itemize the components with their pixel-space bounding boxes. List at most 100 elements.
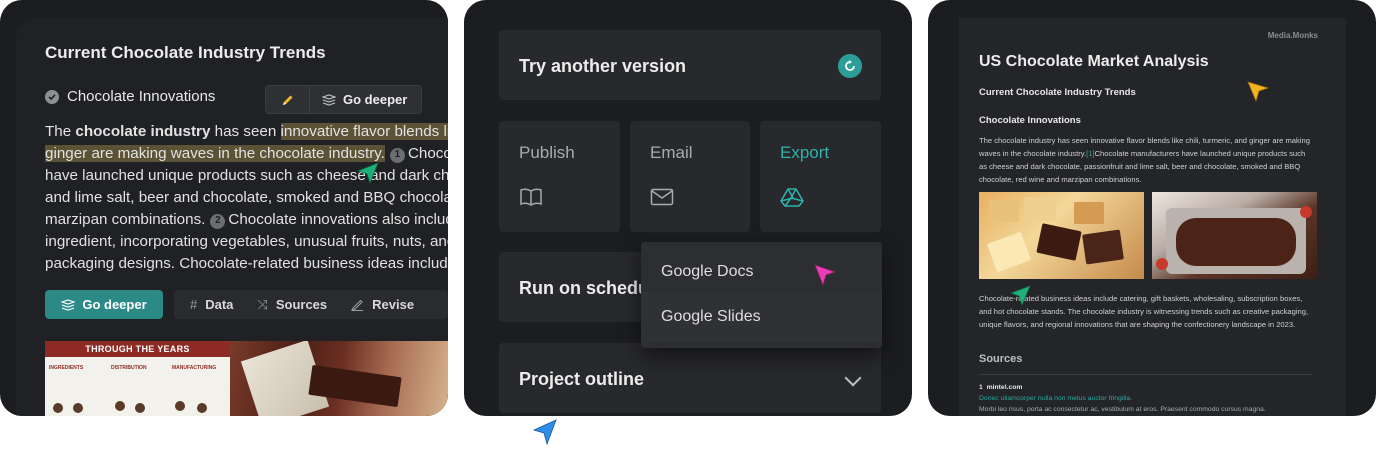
infographic-label: DISTRIBUTION	[111, 365, 147, 371]
run-on-schedule-label: Run on schedu	[519, 278, 649, 298]
document-title: US Chocolate Market Analysis	[979, 53, 1209, 70]
infographic-dot	[197, 403, 207, 413]
document-heading: Current Chocolate Industry Trends	[979, 87, 1136, 98]
document-paragraph: The chocolate industry has seen innovati…	[979, 134, 1329, 186]
document-page: Media.Monks US Chocolate Market Analysis…	[959, 18, 1346, 416]
infographic-dot	[115, 401, 125, 411]
infographic-title: THROUGH THE YEARS	[45, 341, 230, 357]
publish-panel: Try another version Publish Email Export…	[464, 0, 912, 416]
chocolate-fondue-photo	[1152, 192, 1317, 279]
email-label: Email	[650, 143, 693, 162]
section-actions: Go deeper # Data ⤨ Sources Revise	[45, 290, 448, 319]
book-icon	[520, 188, 542, 206]
publish-label: Publish	[519, 143, 575, 162]
paragraph-text: waves in the chocolate industry.	[979, 149, 1087, 158]
layers-icon	[61, 298, 76, 311]
revise-button[interactable]: Revise	[351, 297, 414, 312]
text-line: packaging designs. Chocolate-related bus…	[45, 255, 448, 272]
export-label: Export	[780, 143, 830, 162]
melted-chocolate-shape	[1176, 218, 1296, 266]
text-run: Choco	[407, 145, 448, 162]
text-run: Chocolate innovations also includ	[228, 211, 448, 228]
highlighted-text: ginger are making waves in the chocolate…	[45, 145, 385, 162]
sources-button[interactable]: ⤨ Sources	[257, 297, 327, 313]
source-number: 1	[979, 384, 983, 391]
green-cursor-icon	[1009, 285, 1031, 307]
check-circle-icon	[45, 89, 59, 104]
subsection-title: Chocolate Innovations	[67, 88, 216, 105]
publish-tile[interactable]: Publish	[499, 121, 620, 232]
document-preview-panel: Media.Monks US Chocolate Market Analysis…	[928, 0, 1376, 416]
paragraph-line: unique flavors, and regional innovations…	[979, 320, 1296, 329]
go-deeper-toolbar-label: Go deeper	[343, 92, 408, 107]
export-dropdown-menu: Google Docs Google Slides	[641, 242, 882, 348]
highlighted-text: innovative flavor blends lik	[280, 123, 448, 140]
source-link[interactable]: Donec ullamcorper nulla non metus auctor…	[979, 395, 1132, 402]
mail-icon	[650, 188, 674, 206]
infographic-label: INGREDIENTS	[49, 365, 84, 371]
source-domain: mintel.com	[986, 384, 1023, 391]
cheese-shape	[986, 231, 1032, 273]
email-tile[interactable]: Email	[630, 121, 750, 232]
cube-shape	[989, 200, 1019, 222]
chocolate-bar-photo	[230, 341, 448, 416]
text-line: ingredient, incorporating vegetables, un…	[45, 233, 448, 250]
dark-chocolate-shape	[1082, 229, 1124, 265]
source-item[interactable]: 1 mintel.com	[979, 384, 1022, 391]
highlight-button[interactable]	[266, 86, 310, 113]
sources-label: Sources	[275, 297, 328, 312]
shuffle-icon: ⤨	[257, 296, 268, 312]
export-tile[interactable]: Export	[760, 121, 881, 232]
green-cursor-icon	[356, 162, 379, 185]
drive-icon	[780, 188, 804, 207]
refresh-icon	[838, 54, 862, 78]
go-deeper-button[interactable]: Go deeper	[45, 290, 163, 319]
section-toolbar: # Data ⤨ Sources Revise	[174, 290, 448, 319]
project-outline-label: Project outline	[519, 369, 645, 389]
paragraph-text: Chocolate manufacturers have launched un…	[1094, 149, 1306, 158]
revise-label: Revise	[372, 297, 415, 312]
go-deeper-toolbar-button[interactable]: Go deeper	[310, 86, 421, 113]
paragraph-line: chocolate, red wine and marzipan combina…	[979, 175, 1142, 184]
bold-term: chocolate industry	[75, 123, 211, 140]
selection-toolbar: Go deeper	[265, 85, 423, 114]
report-paragraph[interactable]: The chocolate industry has seen innovati…	[45, 121, 448, 275]
infographic-dot	[175, 401, 185, 411]
citation-badge[interactable]: 1	[389, 147, 405, 163]
chevron-down-icon	[844, 369, 862, 387]
strawberry-shape	[1300, 206, 1312, 218]
cube-shape	[1024, 197, 1056, 221]
try-another-version-button[interactable]: Try another version	[499, 30, 881, 100]
project-outline-row[interactable]: Project outline	[499, 343, 881, 413]
strawberry-shape	[1156, 258, 1168, 270]
go-deeper-label: Go deeper	[82, 297, 147, 312]
pencil-icon	[282, 95, 292, 105]
text-run: The	[45, 123, 76, 140]
citation-link[interactable]: [1]	[1086, 149, 1094, 158]
menu-item-google-docs[interactable]: Google Docs	[641, 247, 882, 297]
menu-item-google-slides[interactable]: Google Slides	[641, 292, 882, 342]
infographic-dot	[73, 403, 83, 413]
infographic-image: THROUGH THE YEARS INGREDIENTS DISTRIBUTI…	[45, 341, 230, 416]
subsection-heading: Chocolate Innovations	[45, 88, 215, 105]
edit-icon	[351, 299, 364, 311]
section-images: THROUGH THE YEARS INGREDIENTS DISTRIBUTI…	[45, 341, 448, 416]
blue-cursor-icon	[532, 419, 557, 446]
infographic-dot	[135, 403, 145, 413]
text-line: and lime salt, beer and chocolate, smoke…	[45, 189, 448, 206]
data-button[interactable]: # Data	[190, 297, 233, 312]
divider	[979, 374, 1312, 375]
try-another-label: Try another version	[519, 56, 687, 76]
text-run: marzipan combinations.	[45, 211, 206, 228]
hash-icon: #	[190, 297, 198, 312]
source-description: Morbi leo risus, porta ac consectetur ac…	[979, 406, 1266, 413]
document-subheading: Chocolate Innovations	[979, 115, 1081, 126]
citation-badge[interactable]: 2	[210, 213, 226, 229]
data-label: Data	[205, 297, 234, 312]
cube-shape	[1074, 202, 1104, 224]
chocolate-cubes-photo	[979, 192, 1144, 279]
text-line: have launched unique products such as ch…	[45, 167, 448, 184]
paragraph-line: The chocolate industry has seen innovati…	[979, 136, 1310, 145]
pink-cursor-icon	[814, 264, 837, 287]
text-run: has seen	[210, 123, 281, 140]
